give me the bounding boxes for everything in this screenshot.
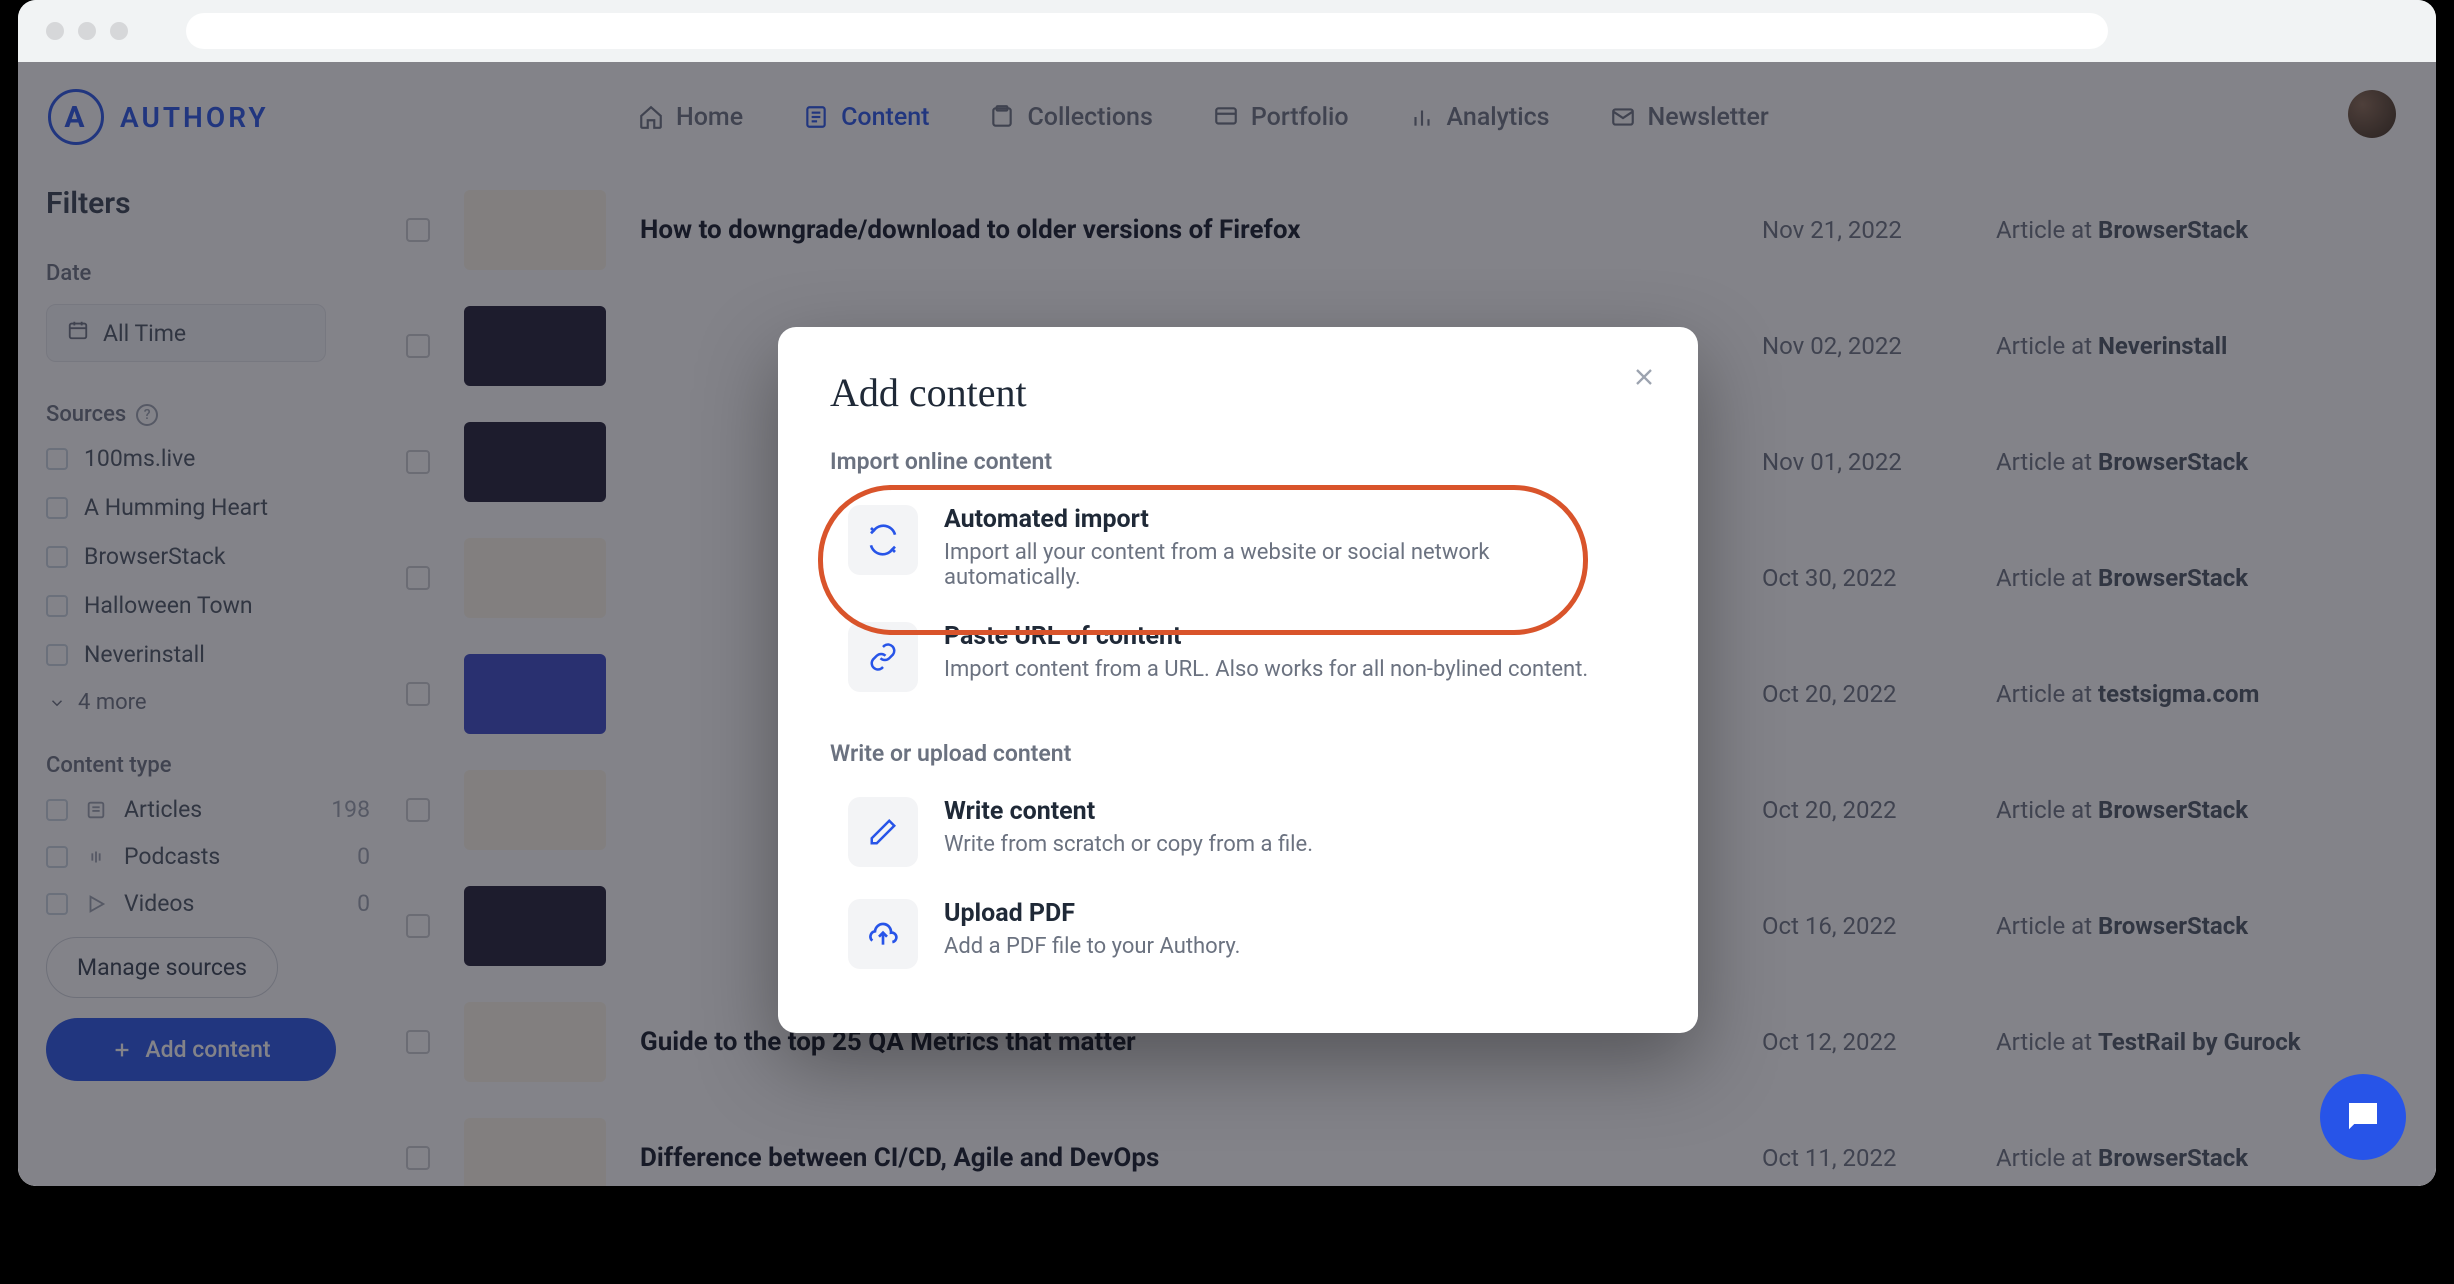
add-content-modal: Add content Import online content Automa… xyxy=(778,327,1698,1033)
window-controls xyxy=(46,22,128,40)
option-automated-import[interactable]: Automated import Import all your content… xyxy=(830,489,1646,606)
option-write-title: Write content xyxy=(944,797,1313,826)
option-url-title: Paste URL of content xyxy=(944,622,1588,651)
traffic-min-icon[interactable] xyxy=(78,22,96,40)
traffic-max-icon[interactable] xyxy=(110,22,128,40)
close-button[interactable] xyxy=(1624,357,1664,397)
option-pdf-desc: Add a PDF file to your Authory. xyxy=(944,934,1240,959)
option-auto-title: Automated import xyxy=(944,505,1628,534)
chat-fab[interactable] xyxy=(2320,1074,2406,1160)
option-auto-desc: Import all your content from a website o… xyxy=(944,540,1628,590)
url-bar[interactable] xyxy=(186,13,2108,49)
browser-chrome xyxy=(18,0,2436,62)
pencil-icon xyxy=(848,797,918,867)
app: A AUTHORY Home Content xyxy=(18,62,2436,1186)
sync-icon xyxy=(848,505,918,575)
option-upload-pdf[interactable]: Upload PDF Add a PDF file to your Author… xyxy=(830,883,1646,985)
option-write-desc: Write from scratch or copy from a file. xyxy=(944,832,1313,857)
section-import-label: Import online content xyxy=(830,448,1646,475)
section-write-label: Write or upload content xyxy=(830,740,1646,767)
option-pdf-title: Upload PDF xyxy=(944,899,1240,928)
option-url-desc: Import content from a URL. Also works fo… xyxy=(944,657,1588,682)
option-write-content[interactable]: Write content Write from scratch or copy… xyxy=(830,781,1646,883)
traffic-close-icon[interactable] xyxy=(46,22,64,40)
modal-title: Add content xyxy=(830,369,1646,416)
upload-icon xyxy=(848,899,918,969)
option-paste-url[interactable]: Paste URL of content Import content from… xyxy=(830,606,1646,708)
link-icon xyxy=(848,622,918,692)
browser-window: A AUTHORY Home Content xyxy=(18,0,2436,1186)
